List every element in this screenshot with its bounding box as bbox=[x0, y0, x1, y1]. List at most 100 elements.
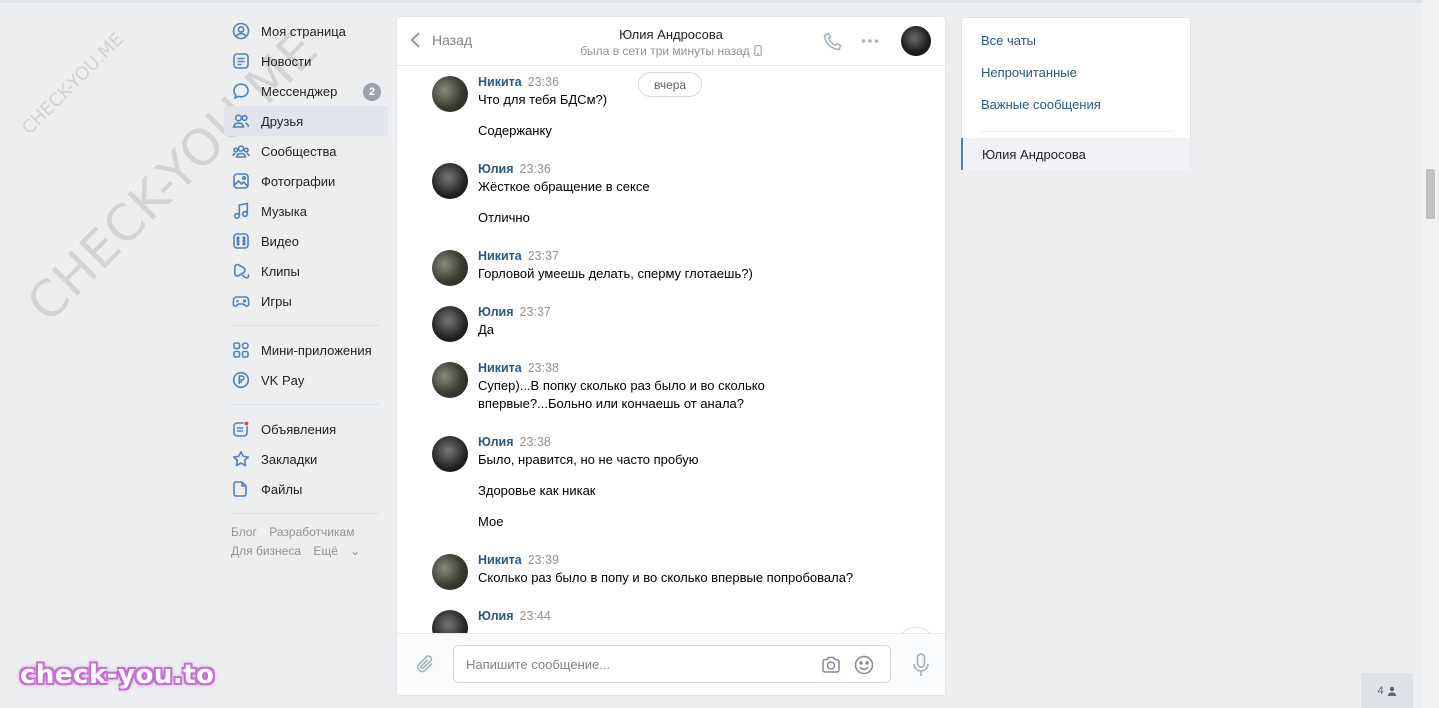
nav-label: Фотографии bbox=[261, 173, 336, 189]
nav-item-ads[interactable]: Объявления bbox=[224, 414, 388, 444]
microphone-icon[interactable] bbox=[911, 652, 931, 678]
nav-item-messenger[interactable]: Мессенджер 2 bbox=[224, 76, 388, 106]
nav-item-video[interactable]: Видео bbox=[224, 226, 388, 256]
chevron-down-icon: ⌄ bbox=[350, 544, 361, 558]
bookmark-star-icon bbox=[232, 450, 250, 468]
camera-icon[interactable] bbox=[820, 654, 842, 676]
message-text: Здоровье как никак bbox=[478, 483, 596, 498]
avatar[interactable] bbox=[432, 76, 468, 112]
nav-item-photos[interactable]: Фотографии bbox=[224, 166, 388, 196]
message-time[interactable]: 23:37 bbox=[528, 249, 559, 263]
message-author[interactable]: Юлия bbox=[478, 435, 514, 449]
page-scrollbar[interactable] bbox=[1422, 0, 1439, 708]
nav-label: Моя страница bbox=[261, 23, 346, 39]
message-text: Горловой умеешь делать, сперму глотаешь?… bbox=[478, 266, 753, 281]
call-icon[interactable] bbox=[822, 30, 844, 52]
nav-label: Файлы bbox=[261, 481, 303, 497]
message-author[interactable]: Никита bbox=[478, 553, 522, 567]
footer-link-more[interactable]: Ещё ⌄ bbox=[313, 544, 369, 558]
top-strip bbox=[0, 0, 1422, 3]
nav-item-my-page[interactable]: Моя страница bbox=[224, 16, 388, 46]
avatar[interactable] bbox=[432, 163, 468, 199]
message-time[interactable]: 23:36 bbox=[528, 75, 559, 89]
nav-divider bbox=[232, 404, 380, 405]
message-author[interactable]: Никита bbox=[478, 249, 522, 263]
chat-header: Назад Юлия Андросова была в сети три мин… bbox=[397, 17, 945, 66]
nav-label: Видео bbox=[261, 233, 299, 249]
message-input[interactable] bbox=[466, 646, 806, 682]
footer-links: Блог Разработчикам Для бизнеса Ещё ⌄ bbox=[224, 523, 388, 561]
avatar[interactable] bbox=[432, 250, 468, 286]
footer-link-business[interactable]: Для бизнеса bbox=[231, 544, 301, 558]
nav-item-music[interactable]: Музыка bbox=[224, 196, 388, 226]
nav-item-files[interactable]: Файлы bbox=[224, 474, 388, 504]
nav-label: Закладки bbox=[261, 451, 318, 467]
nav-item-games[interactable]: Игры bbox=[224, 286, 388, 316]
avatar[interactable] bbox=[432, 306, 468, 342]
nav-item-mini-apps[interactable]: Мини-приложения bbox=[224, 335, 388, 365]
photos-icon bbox=[232, 172, 250, 190]
peer-avatar[interactable] bbox=[901, 26, 931, 56]
clips-icon bbox=[232, 262, 250, 280]
nav-label: Музыка bbox=[261, 203, 307, 219]
nav-label: Мини-приложения bbox=[261, 342, 372, 358]
footer-more-label: Ещё bbox=[313, 544, 338, 558]
date-pill: вчера bbox=[638, 72, 703, 97]
nav-item-clips[interactable]: Клипы bbox=[224, 256, 388, 286]
online-count: 4 bbox=[1377, 684, 1384, 697]
nav-item-news[interactable]: Новости bbox=[224, 46, 388, 76]
online-friends-button[interactable]: 4 bbox=[1361, 673, 1413, 708]
active-chat-item[interactable]: Юлия Андросова bbox=[961, 138, 1190, 170]
message-author[interactable]: Юлия bbox=[478, 305, 514, 319]
avatar[interactable] bbox=[432, 362, 468, 398]
message-time[interactable]: 23:39 bbox=[528, 553, 559, 567]
person-icon bbox=[1387, 686, 1396, 696]
nav-label: VK Pay bbox=[261, 372, 305, 388]
chat-filter-panel: Все чаты Непрочитанные Важные сообщения … bbox=[961, 17, 1191, 170]
nav-label: Игры bbox=[261, 293, 292, 309]
filter-important[interactable]: Важные сообщения bbox=[962, 88, 1190, 120]
page-scrollbar-thumb[interactable] bbox=[1426, 169, 1435, 219]
nav-item-bookmarks[interactable]: Закладки bbox=[224, 444, 388, 474]
apps-icon bbox=[232, 341, 250, 359]
message-time[interactable]: 23:36 bbox=[520, 162, 551, 176]
nav-label: Клипы bbox=[261, 263, 300, 279]
nav-item-vk-pay[interactable]: VK Pay bbox=[224, 365, 388, 395]
filter-unread[interactable]: Непрочитанные bbox=[962, 56, 1190, 88]
avatar[interactable] bbox=[432, 436, 468, 472]
message-text: Сколько раз было в попу и во сколько впе… bbox=[478, 570, 854, 585]
attach-icon[interactable] bbox=[415, 652, 437, 676]
message-history: Никита 23:36 Что для тебя БДСм?) Содержан… bbox=[397, 67, 945, 634]
avatar[interactable] bbox=[432, 554, 468, 590]
message-author[interactable]: Никита bbox=[478, 75, 522, 89]
message-text: Мое bbox=[478, 514, 504, 529]
mobile-icon bbox=[754, 45, 762, 56]
music-icon bbox=[232, 202, 250, 220]
message-time[interactable]: 23:44 bbox=[520, 609, 551, 623]
communities-icon bbox=[232, 142, 250, 160]
nav-item-friends[interactable]: Друзья bbox=[224, 106, 388, 136]
message-author[interactable]: Юлия bbox=[478, 162, 514, 176]
footer-link-blog[interactable]: Блог bbox=[231, 525, 257, 539]
footer-link-developers[interactable]: Разработчикам bbox=[269, 525, 354, 539]
news-icon bbox=[232, 52, 250, 70]
left-nav: Моя страница Новости Мессенджер 2 Друзья… bbox=[224, 16, 388, 561]
message-time[interactable]: 23:38 bbox=[528, 361, 559, 375]
nav-label: Новости bbox=[261, 53, 312, 69]
more-icon[interactable] bbox=[859, 30, 881, 52]
filter-all-chats[interactable]: Все чаты bbox=[962, 24, 1190, 56]
message-time[interactable]: 23:38 bbox=[520, 435, 551, 449]
message-icon bbox=[232, 82, 250, 100]
brand-watermark: check-you.to bbox=[20, 660, 215, 690]
nav-item-communities[interactable]: Сообщества bbox=[224, 136, 388, 166]
message-author[interactable]: Никита bbox=[478, 361, 522, 375]
emoji-icon[interactable] bbox=[853, 654, 875, 676]
message-time[interactable]: 23:37 bbox=[520, 305, 551, 319]
nav-divider bbox=[232, 325, 380, 326]
avatar[interactable] bbox=[432, 610, 468, 634]
video-icon bbox=[232, 232, 250, 250]
user-circle-icon bbox=[232, 22, 250, 40]
nav-divider bbox=[232, 513, 380, 514]
vkpay-icon bbox=[232, 371, 250, 389]
message-author[interactable]: Юлия bbox=[478, 609, 514, 623]
